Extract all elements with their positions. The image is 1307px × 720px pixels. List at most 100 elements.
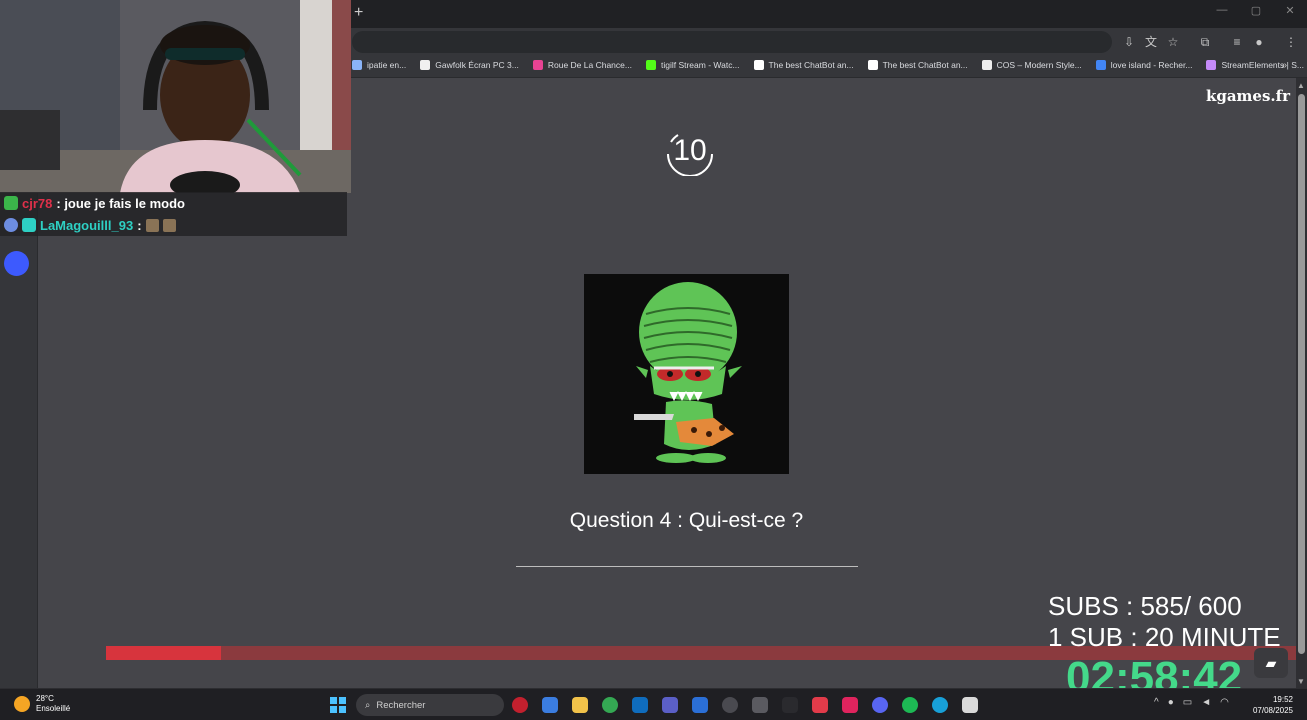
bookmark-label: tigilf Stream - Watc...	[660, 60, 740, 70]
chrome-icon[interactable]	[602, 697, 618, 713]
scroll-thumb[interactable]	[1298, 94, 1305, 654]
weather-widget[interactable]: 28°C Ensoleillé	[14, 694, 70, 714]
snipping-icon[interactable]	[962, 697, 978, 713]
weather-temp: 28°C	[36, 694, 54, 703]
time-progress-fill	[106, 646, 222, 660]
clock-time: 19:52	[1272, 695, 1293, 704]
volume-icon[interactable]: ◄	[1201, 697, 1211, 708]
bookmark-item[interactable]: The best ChatBot an...	[753, 60, 854, 70]
emote-icon	[145, 218, 159, 232]
sidebar-app-icon[interactable]	[4, 251, 29, 276]
app-icon[interactable]	[692, 697, 708, 713]
chevron-up-icon[interactable]: ^	[1154, 697, 1159, 708]
search-placeholder: Rechercher	[376, 699, 426, 711]
spotify-icon[interactable]	[902, 697, 918, 713]
bookmark-favicon-icon	[1206, 60, 1217, 70]
bookmark-favicon-icon	[352, 60, 362, 70]
more-bookmarks-button[interactable]: »	[1281, 60, 1287, 71]
mic-icon[interactable]: ●	[1168, 697, 1174, 708]
edge-icon[interactable]	[932, 697, 948, 713]
start-logo-tile	[339, 697, 346, 704]
bookmark-label: COS – Modern Style...	[996, 60, 1082, 70]
window-controls: — ▢ ✕	[1205, 4, 1307, 17]
start-button[interactable]	[330, 697, 346, 713]
chat-username[interactable]: LaMagouilll_93	[40, 218, 133, 233]
bookmark-label: love island - Recher...	[1110, 60, 1193, 70]
bookmark-label: StreamElements | S...	[1221, 60, 1304, 70]
bookmark-item[interactable]: Gawfolk Écran PC 3...	[420, 60, 519, 70]
webcam-overlay	[0, 0, 351, 193]
obs-icon[interactable]	[752, 697, 768, 713]
menu-icon[interactable]: ⋮	[1282, 33, 1300, 51]
sun-icon	[14, 696, 30, 712]
question-timer: 10	[664, 130, 716, 176]
media-icon[interactable]: ≡	[1228, 33, 1246, 51]
bookmark-item[interactable]: StreamElements | S...	[1206, 60, 1304, 70]
start-logo-tile	[339, 706, 346, 713]
close-button[interactable]: ✕	[1273, 4, 1307, 17]
windows-taskbar: 28°C Ensoleillé ⌕ Rechercher ^ ● ▭ ◄ ◠ 1…	[0, 688, 1307, 720]
star-icon[interactable]: ☆	[1164, 33, 1182, 51]
start-logo-tile	[330, 706, 337, 713]
bookmark-item[interactable]: love island - Recher...	[1095, 60, 1193, 70]
tiktok-icon[interactable]	[842, 697, 858, 713]
bookmark-favicon-icon	[532, 60, 543, 70]
screen: + — ▢ ✕ ⇩ 文 ☆ ⧉ ≡ ● ⋮ ipatie en... Gawfol…	[0, 0, 1307, 720]
bookmark-item[interactable]: The best ChatBot an...	[867, 60, 968, 70]
bookmark-list: ipatie en... Gawfolk Écran PC 3... Roue De…	[352, 60, 1304, 70]
alien-character-icon	[584, 274, 789, 474]
bookmark-favicon-icon	[867, 60, 878, 70]
media-app-icon[interactable]	[722, 697, 738, 713]
weather-text: 28°C Ensoleillé	[36, 694, 70, 714]
folder-icon[interactable]	[572, 697, 588, 713]
capcut-icon[interactable]	[782, 697, 798, 713]
minimize-button[interactable]: —	[1205, 4, 1239, 17]
page-scrollbar[interactable]: ▲ ▼	[1296, 78, 1307, 688]
bookmark-favicon-icon	[981, 60, 992, 70]
discord-icon[interactable]	[872, 697, 888, 713]
bookmark-label: The best ChatBot an...	[768, 60, 854, 70]
bookmark-favicon-icon	[1095, 60, 1106, 70]
clock-date: 07/08/2025	[1252, 706, 1293, 715]
chat-text: :	[137, 217, 142, 233]
bookmark-item[interactable]: COS – Modern Style...	[981, 60, 1082, 70]
network-icon[interactable]: ▭	[1183, 697, 1192, 708]
teams-icon[interactable]	[662, 697, 678, 713]
chat-username[interactable]: cjr78	[22, 196, 52, 211]
bookmark-item[interactable]: tigilf Stream - Watc...	[645, 60, 740, 70]
install-icon[interactable]: ⇩	[1120, 33, 1138, 51]
question-text: Question 4 : Qui-est-ce ?	[569, 509, 804, 532]
opera-icon[interactable]	[512, 697, 528, 713]
bookmark-favicon-icon	[645, 60, 656, 70]
chat-message: cjr78 : joue je fais le modo	[0, 192, 347, 214]
taskbar-clock[interactable]: 19:52 07/08/2025	[1253, 694, 1293, 716]
chat-bubble-icon: ▰	[1265, 655, 1277, 671]
taskbar-search[interactable]: ⌕ Rechercher	[356, 694, 504, 716]
toolbar-icons: ⇩ 文 ☆ ⧉ ≡ ● ⋮	[1120, 33, 1300, 51]
profile-icon[interactable]: ●	[1250, 33, 1268, 51]
wifi-icon[interactable]: ◠	[1220, 697, 1229, 708]
answer-input[interactable]	[516, 566, 858, 567]
outlook-icon[interactable]	[632, 697, 648, 713]
site-brand[interactable]: kgames.fr	[1206, 87, 1290, 105]
bookmark-label: Gawfolk Écran PC 3...	[435, 60, 519, 70]
address-bar[interactable]	[352, 31, 1112, 53]
bookmark-favicon-icon	[753, 60, 764, 70]
chat-button[interactable]: ▰	[1254, 648, 1288, 678]
restore-button[interactable]: ▢	[1239, 4, 1273, 17]
chat-text: : joue je fais le modo	[56, 195, 185, 211]
chat-avatar-icon	[4, 218, 18, 232]
bookmark-label: ipatie en...	[367, 60, 407, 70]
translate-icon[interactable]: 文	[1142, 33, 1160, 51]
extensions-icon[interactable]: ⧉	[1196, 33, 1214, 51]
store-icon[interactable]	[542, 697, 558, 713]
sub-rule: 1 SUB : 20 MINUTE	[1048, 622, 1281, 652]
weather-desc: Ensoleillé	[36, 704, 71, 713]
scroll-up-icon[interactable]: ▲	[1297, 81, 1305, 90]
bookmark-item[interactable]: ipatie en...	[352, 60, 406, 70]
streamlabs-icon[interactable]	[812, 697, 828, 713]
bookmark-item[interactable]: Roue De La Chance...	[532, 60, 632, 70]
scroll-down-icon[interactable]: ▼	[1297, 677, 1305, 686]
new-tab-button[interactable]: +	[354, 4, 363, 22]
chat-badge-icon	[22, 218, 36, 232]
